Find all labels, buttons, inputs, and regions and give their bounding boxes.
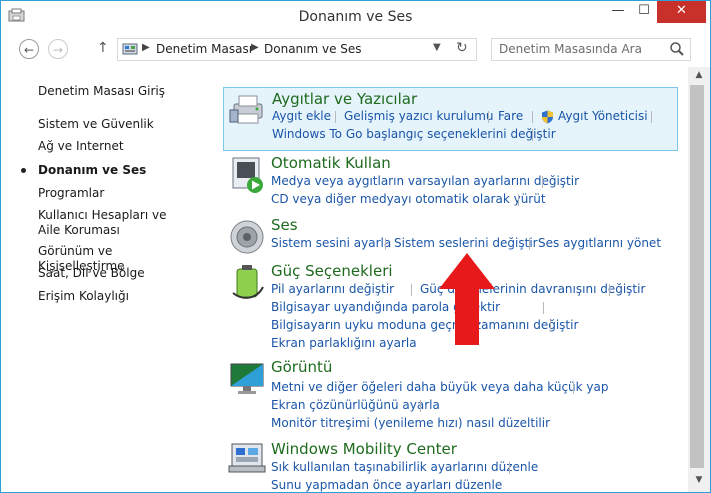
link-windows-to-go[interactable]: Windows To Go başlangıç seçeneklerini de… bbox=[272, 127, 556, 141]
mobility-icon[interactable] bbox=[227, 441, 267, 481]
link-sleep-time[interactable]: Bilgisayarın uyku moduna geçme zamanını … bbox=[271, 318, 578, 332]
category-title-autoplay[interactable]: Otomatik Kullan bbox=[271, 154, 391, 172]
sidebar-item-network[interactable]: Ağ ve Internet bbox=[38, 139, 198, 154]
link-manage-audio-devices[interactable]: Ses aygıtlarını yönet bbox=[538, 236, 661, 250]
category-title-power-options[interactable]: Güç Seçenekleri bbox=[271, 262, 393, 280]
battery-icon[interactable] bbox=[227, 263, 267, 303]
shield-icon bbox=[542, 110, 553, 124]
category-title-devices-printers[interactable]: Aygıtlar ve Yazıcılar bbox=[272, 90, 417, 108]
category-mobility-center: Windows Mobility Center Sık kullanılan t… bbox=[223, 439, 678, 492]
link-add-device[interactable]: Aygıt ekle bbox=[272, 109, 331, 123]
link-screen-brightness[interactable]: Ekran parlaklığını ayarla bbox=[271, 336, 417, 350]
control-panel-icon bbox=[122, 43, 138, 55]
refresh-icon[interactable]: ↻ bbox=[456, 40, 468, 56]
link-separator bbox=[420, 400, 421, 412]
address-dropdown-icon[interactable]: ▼ bbox=[433, 42, 441, 53]
link-separator bbox=[335, 111, 336, 123]
link-battery-settings[interactable]: Pil ayarlarını değiştir bbox=[271, 282, 394, 296]
autoplay-icon[interactable] bbox=[227, 155, 267, 195]
scroll-down-icon[interactable]: ▼ bbox=[688, 472, 710, 489]
title-bar: Donanım ve Ses — ☐ ✕ bbox=[1, 1, 710, 33]
link-change-system-sounds[interactable]: Sistem seslerini değiştir bbox=[394, 236, 538, 250]
breadcrumb-control-panel[interactable]: Denetim Masası bbox=[156, 42, 252, 56]
sidebar-item-hardware-sound[interactable]: Donanım ve Ses bbox=[38, 163, 198, 178]
breadcrumb-separator-icon[interactable]: ▶ bbox=[251, 42, 259, 53]
link-separator bbox=[543, 302, 544, 314]
link-presentation-settings[interactable]: Sunu yapmadan önce ayarları düzenle bbox=[271, 478, 502, 492]
sidebar-item-clock-region[interactable]: Saat, Dil ve Bölge bbox=[38, 266, 198, 281]
category-autoplay: Otomatik Kullan Medya veya aygıtların va… bbox=[223, 153, 678, 213]
breadcrumb-hardware-sound[interactable]: Donanım ve Ses bbox=[264, 42, 362, 56]
link-cd-autoplay[interactable]: CD veya diğer medyayı otomatik olarak yü… bbox=[271, 192, 546, 206]
category-display: Görüntü Metni ve diğer öğeleri daha büyü… bbox=[223, 357, 678, 431]
category-title-display[interactable]: Görüntü bbox=[271, 358, 332, 376]
address-bar[interactable]: ▶ Denetim Masası ▶ Donanım ve Ses ▼ ↻ bbox=[117, 38, 477, 61]
link-adjust-volume[interactable]: Sistem sesini ayarla bbox=[271, 236, 391, 250]
navigation-bar: ← → ↑ ▶ Denetim Masası ▶ Donanım ve Ses … bbox=[1, 34, 710, 66]
vertical-scrollbar[interactable]: ▲ ▼ bbox=[688, 67, 710, 492]
link-monitor-flicker[interactable]: Monitör titreşimi (yenileme hızı) nasıl … bbox=[271, 416, 550, 430]
link-text-size[interactable]: Metni ve diğer öğeleri daha büyük veya d… bbox=[271, 380, 609, 394]
category-title-sound[interactable]: Ses bbox=[271, 216, 298, 234]
link-separator bbox=[518, 194, 519, 206]
sidebar-item-system-security[interactable]: Sistem ve Güvenlik bbox=[38, 117, 198, 132]
breadcrumb-separator-icon[interactable]: ▶ bbox=[142, 42, 150, 53]
close-button[interactable]: ✕ bbox=[657, 1, 706, 23]
sidebar-item-programs[interactable]: Programlar bbox=[38, 186, 198, 201]
link-separator bbox=[532, 111, 533, 123]
link-separator bbox=[488, 111, 489, 123]
link-screen-resolution[interactable]: Ekran çözünürlüğünü ayarla bbox=[271, 398, 440, 412]
forward-button[interactable]: → bbox=[48, 39, 68, 59]
link-separator bbox=[411, 284, 412, 296]
link-mouse[interactable]: Fare bbox=[498, 109, 523, 123]
scroll-thumb[interactable] bbox=[690, 85, 704, 468]
link-advanced-printer-setup[interactable]: Gelişmiş yazıcı kurulumu bbox=[344, 109, 493, 123]
back-button[interactable]: ← bbox=[19, 39, 39, 59]
minimize-button[interactable]: — bbox=[604, 1, 632, 23]
maximize-button[interactable]: ☐ bbox=[630, 1, 658, 23]
link-separator bbox=[509, 462, 510, 474]
link-device-manager[interactable]: Aygıt Yöneticisi bbox=[558, 109, 648, 123]
sidebar: Denetim Masası Giriş Sistem ve Güvenlik … bbox=[1, 67, 211, 492]
link-separator bbox=[542, 176, 543, 188]
sidebar-item-home[interactable]: Denetim Masası Giriş bbox=[38, 84, 198, 99]
link-mobility-settings[interactable]: Sık kullanılan taşınabilirlik ayarlarını… bbox=[271, 460, 538, 474]
link-separator bbox=[573, 382, 574, 394]
sidebar-item-user-accounts[interactable]: Kullanıcı Hesapları ve Aile Koruması bbox=[38, 208, 188, 238]
link-media-defaults[interactable]: Medya veya aygıtların varsayılan ayarlar… bbox=[271, 174, 579, 188]
link-separator bbox=[385, 238, 386, 250]
up-button[interactable]: ↑ bbox=[97, 40, 109, 56]
search-icon[interactable] bbox=[669, 41, 685, 57]
category-sound: Ses Sistem sesini ayarla Sistem seslerin… bbox=[223, 215, 678, 257]
category-title-mobility-center[interactable]: Windows Mobility Center bbox=[271, 440, 457, 458]
link-separator bbox=[609, 284, 610, 296]
search-box[interactable]: Denetim Masasında Ara bbox=[491, 38, 691, 61]
link-separator bbox=[651, 111, 652, 123]
link-separator bbox=[529, 238, 530, 250]
scroll-up-icon[interactable]: ▲ bbox=[688, 67, 710, 84]
speaker-icon[interactable] bbox=[227, 217, 267, 257]
active-bullet-icon bbox=[21, 168, 26, 173]
annotation-arrow-icon bbox=[439, 253, 495, 345]
display-icon[interactable] bbox=[227, 359, 267, 399]
link-separator bbox=[532, 129, 533, 141]
search-input[interactable]: Denetim Masasında Ara bbox=[499, 42, 642, 56]
link-separator bbox=[550, 320, 551, 332]
category-devices-printers: Aygıtlar ve Yazıcılar Aygıt ekle Gelişmi… bbox=[223, 87, 678, 151]
printer-icon[interactable] bbox=[228, 90, 268, 130]
control-panel-window: Donanım ve Ses — ☐ ✕ ← → ↑ ▶ Denetim Mas… bbox=[0, 0, 711, 493]
sidebar-item-ease-of-access[interactable]: Erişim Kolaylığı bbox=[38, 289, 198, 304]
